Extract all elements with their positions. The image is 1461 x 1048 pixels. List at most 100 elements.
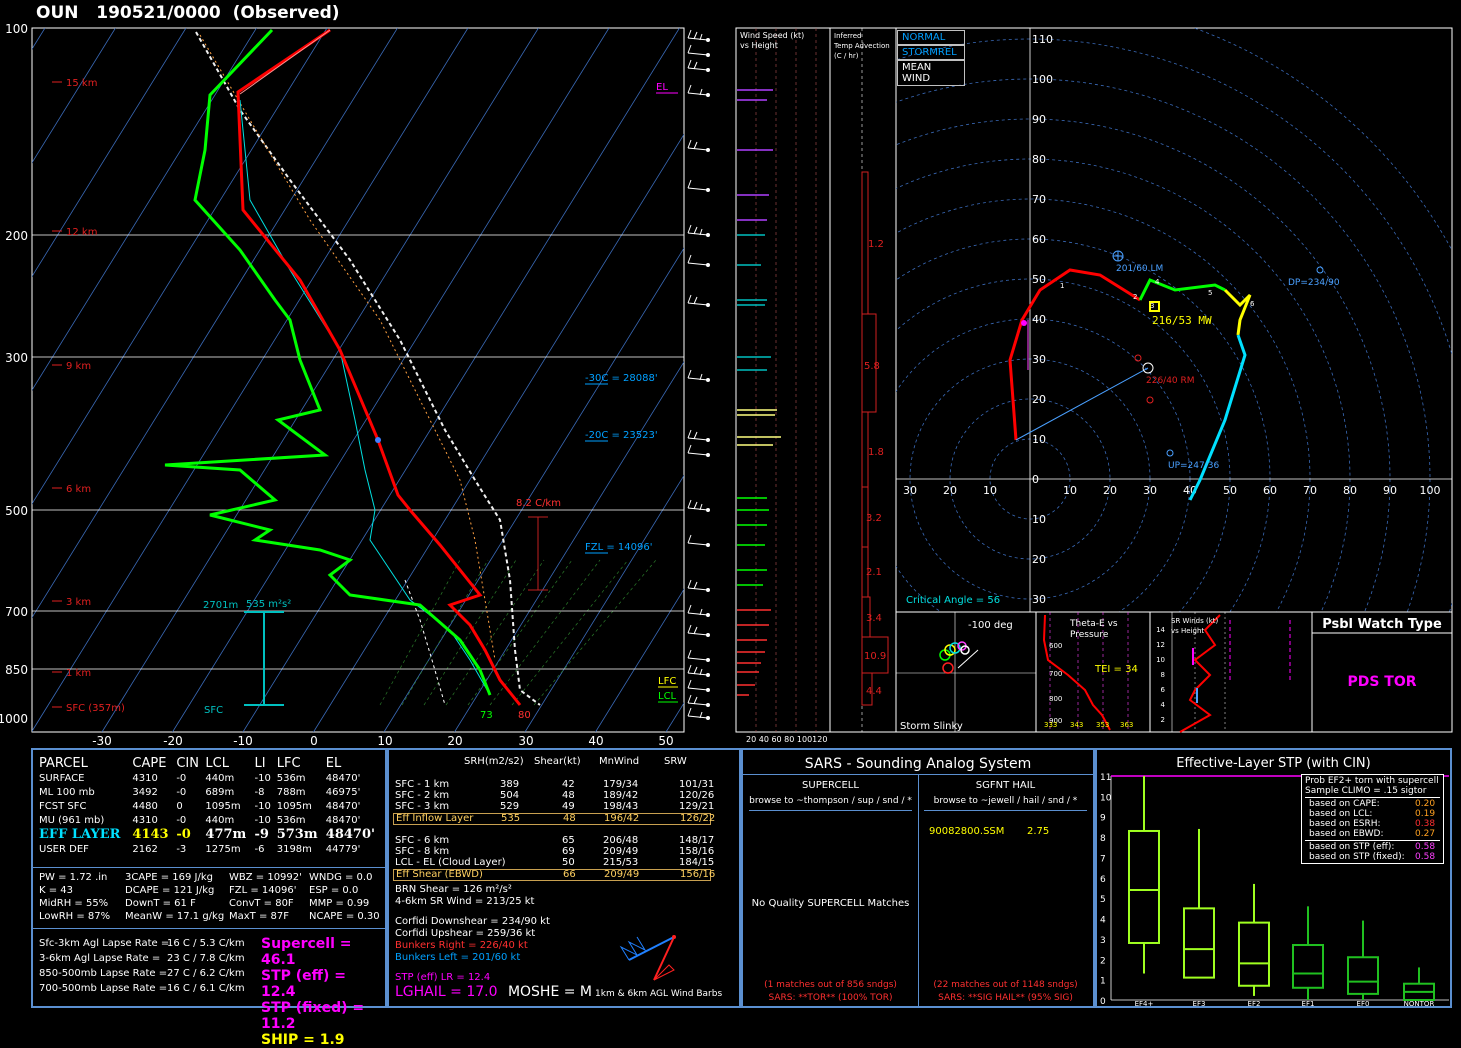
adv-value: 4.4 [866, 686, 882, 697]
stp-title: Effective-Layer STP (with CIN) [1176, 756, 1371, 771]
parcel-row: FCST SFC 4480 0 1095m -10 1095m 48470' [37, 799, 382, 813]
stp-category-label: EF2 [1248, 1000, 1261, 1006]
critical-angle: Critical Angle = 56 [906, 595, 1000, 606]
advection-bars [861, 171, 889, 706]
temp-tick: 40 [588, 734, 603, 745]
hail-browse-link[interactable]: browse to ~jewell / hail / snd / * [918, 796, 1093, 806]
kinematics-row: LCL - EL (Cloud Layer) 50 215/53 184/15 [393, 857, 714, 869]
mixing-ratio-lines [379, 559, 657, 706]
sounding-display: 100 200 300 500 700 850 1000 15 km 12 km… [0, 22, 1453, 745]
adv-value: 2.1 [866, 567, 882, 578]
kinematics-cell: 156/16 [680, 869, 716, 880]
temp-tick: -30 [92, 734, 112, 745]
sars-panel: SARS - Sounding Analog System SUPERCELL … [741, 748, 1095, 1008]
kinematics-cell: 389 [500, 779, 520, 790]
kinematics-cell: Eff Shear (EBWD) [396, 869, 483, 880]
hodo-ring-label: 70 [1303, 484, 1317, 497]
parcel-cell: 536m [276, 772, 306, 784]
parcel-cell: -10 [254, 800, 271, 812]
supercell-browse-link[interactable]: browse to ~thompson / sup / snd / * [743, 796, 918, 806]
lapse-value: 27 C / 6.2 C/km [167, 968, 245, 979]
parcel-cell: -10 [254, 814, 271, 826]
el-label: EL [656, 82, 668, 93]
slinky-title: Storm Slinky [900, 721, 963, 732]
parcel-cell: 536m [276, 814, 306, 826]
parcel-row: USER DEF 2162 -3 1275m -6 3198m 44779' [37, 842, 382, 856]
hodograph-mode-buttons: NORMAL STORMREL MEAN WIND [897, 30, 965, 86]
temp-tick: 50 [658, 734, 673, 745]
hodo-ring-label: 20 [943, 484, 957, 497]
height-label: 1 km [66, 668, 91, 679]
hodo-ring-label: 20 [1032, 393, 1046, 406]
thermo-value: MeanW = 17.1 g/kg [125, 911, 225, 922]
svg-text:600: 600 [1049, 642, 1062, 650]
stp-y-tick: 7 [1100, 854, 1106, 864]
svg-text:SR Winds (kt): SR Winds (kt) [1171, 617, 1219, 625]
corfidi-upshear: Corfidi Upshear = 259/36 kt [395, 928, 536, 939]
thermo-value: MMP = 0.99 [309, 898, 370, 909]
minus30c-label: -30C = 28088' [585, 373, 658, 384]
lapse-value: 16 C / 6.1 C/km [167, 983, 245, 994]
mean-wind-button[interactable]: MEAN WIND [897, 60, 965, 86]
watch-type-title: Psbl Watch Type [1322, 617, 1442, 632]
prob-label: based on STP (fixed): [1309, 852, 1405, 862]
kinematics-panel: SRH(m2/s2) Shear(kt) MnWind SRW SFC - 1 … [387, 748, 741, 1008]
parcel-row: EFF LAYER 4143 -0 477m -9 573m 48470' [37, 827, 382, 842]
kinematics-cell: SFC - 8 km [395, 846, 450, 857]
lapse-label: 3-6km Agl Lapse Rate = [39, 953, 161, 964]
kinematics-cell: 65 [562, 835, 575, 846]
svg-text:6: 6 [1250, 300, 1255, 308]
kinematics-cell: 48 [563, 813, 576, 824]
parcel-table: PARCEL CAPE CIN LCL LI LFC EL SURFACE 431… [37, 756, 382, 856]
thermo-value: WBZ = 10992' [229, 872, 302, 883]
stp-y-tick: 8 [1100, 834, 1106, 844]
stp-category-label: NONTOR [1404, 1000, 1435, 1006]
svg-text:8: 8 [1161, 671, 1165, 679]
parcel-cell: 1095m [276, 800, 312, 812]
mw-label: 216/53 MW [1152, 314, 1212, 327]
parcel-cell: 48470' [325, 814, 361, 826]
thermo-value: LowRH = 87% [39, 911, 111, 922]
prob-label: based on EBWD: [1309, 829, 1384, 839]
hail-result: SARS: **SIG HAIL** (95% SIG) [938, 993, 1073, 1003]
lapse-label: 850-500mb Lapse Rate = [39, 968, 168, 979]
thermo-value: WNDG = 0.0 [309, 872, 373, 883]
hodo-ring-label: 10 [1063, 484, 1077, 497]
svg-text:4: 4 [1161, 701, 1166, 709]
svg-text:vs Height: vs Height [1171, 627, 1204, 635]
kinematics-cell: 189/42 [603, 790, 639, 801]
normal-button[interactable]: NORMAL [897, 30, 965, 45]
parcel-row: ML 100 mb 3492 -0 689m -8 788m 46975' [37, 785, 382, 799]
hodo-ring-label: 30 [1032, 593, 1046, 606]
supercell-index: Supercell = 46.1 [261, 936, 352, 968]
storm-slinky-panel [895, 611, 1037, 733]
hail-match[interactable]: 90082800.SSM [929, 826, 1004, 837]
svg-text:1: 1 [1060, 282, 1064, 290]
stormrel-button[interactable]: STORMREL [897, 45, 965, 60]
svg-text:2: 2 [1133, 293, 1137, 301]
pressure-label: 200 [5, 229, 28, 243]
adv-value: 1.8 [868, 447, 884, 458]
adv-value: 5.8 [864, 361, 880, 372]
hail-count: (22 matches out of 1148 sndgs) [933, 980, 1078, 990]
rm-label: 226/40 RM [1146, 376, 1195, 386]
hodo-ring-label: 10 [983, 484, 997, 497]
parcel-row: SURFACE 4310 -0 440m -10 536m 48470' [37, 771, 382, 785]
brn-shear: BRN Shear = 126 m²/s² [395, 884, 512, 895]
stp-box [1183, 828, 1215, 979]
lcl-label: LCL [658, 691, 677, 702]
header-cell: LI [254, 756, 266, 771]
thermo-value: DCAPE = 121 J/kg [125, 885, 215, 896]
prob-label: based on ESRH: [1309, 819, 1381, 829]
prob-value: 0.58 [1415, 842, 1436, 852]
stp-fixed-index: STP (fixed) = 11.2 [261, 1000, 365, 1032]
header-cell: LCL [205, 756, 229, 771]
thermo-value: PW = 1.72 .in [39, 872, 108, 883]
sfc-label: SFC [204, 705, 223, 716]
parcel-cell: 440m [205, 814, 235, 826]
svg-text:5: 5 [1208, 289, 1212, 297]
kinematics-row: Eff Inflow Layer 535 48 196/42 126/22 [393, 813, 715, 825]
supercell-count: (1 matches out of 856 sndgs) [764, 980, 897, 990]
hodo-ring-label: 10 [1032, 433, 1046, 446]
sr-wind-46: 4-6km SR Wind = 213/25 kt [395, 896, 535, 907]
